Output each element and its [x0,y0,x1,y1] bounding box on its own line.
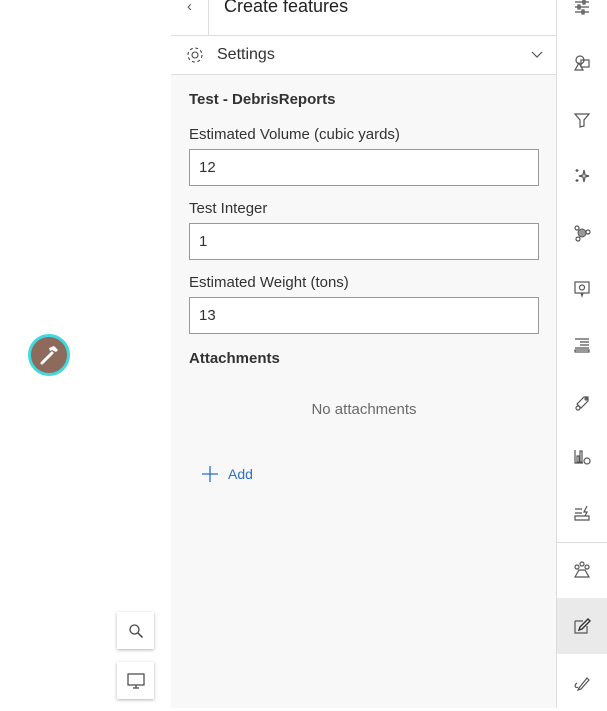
list-icon [573,336,591,354]
elevation-icon [573,561,591,579]
back-button[interactable]: ‹ [171,0,209,36]
attachments-title: Attachments [189,350,280,367]
toolbar-button-list[interactable] [557,317,607,373]
toolbar-button-edit[interactable] [557,598,607,654]
estimated-volume-input[interactable]: 12 [189,149,539,186]
no-attachments-text: No attachments [311,401,417,418]
action-bar [556,0,607,708]
layer-title: Test - DebrisReports [189,91,336,108]
create-features-panel: ‹ Create features Settings Test - Debris… [171,0,557,708]
cluster-icon [573,224,591,242]
field-estimated-weight: Estimated Weight (tons) 13 [189,274,539,334]
basemap-display-button[interactable] [117,662,154,699]
sliders-icon [573,0,591,16]
field-label: Estimated Weight (tons) [189,274,349,291]
monitor-icon [126,672,145,689]
field-label: Test Integer [189,200,268,217]
shapes-icon [573,54,591,72]
toolbar-button-shapes[interactable] [557,35,607,91]
toolbar-button-chart-settings[interactable] [557,429,607,485]
toolbar-button-elevation[interactable] [557,542,607,598]
hammer-icon[interactable] [28,334,70,376]
sketch-icon [573,674,591,692]
add-attachment-button[interactable]: Add [201,465,557,483]
map-view[interactable] [0,0,171,708]
field-estimated-volume: Estimated Volume (cubic yards) 12 [189,126,539,186]
gear-icon [185,45,205,65]
panel-header: ‹ Create features [171,0,557,36]
add-label: Add [228,466,253,482]
field-test-integer: Test Integer 1 [189,200,539,260]
chevron-down-icon [531,51,543,59]
popup-settings-icon [573,280,591,298]
filter-icon [573,111,591,129]
search-button[interactable] [117,612,154,649]
toolbar-button-cluster[interactable] [557,205,607,261]
form-lightning-icon [573,504,591,522]
chart-settings-icon [573,448,591,466]
settings-label: Settings [217,46,275,63]
panel-title: Create features [224,0,349,16]
toolbar-button-form-lightning[interactable] [557,485,607,541]
estimated-weight-input[interactable]: 13 [189,297,539,334]
field-label: Estimated Volume (cubic yards) [189,126,400,143]
settings-toggle[interactable]: Settings [171,36,557,75]
plus-icon [201,465,219,483]
toolbar-button-sketch[interactable] [557,655,607,711]
toolbar-button-filter[interactable] [557,92,607,148]
test-integer-input[interactable]: 1 [189,223,539,260]
toolbar-button-label[interactable] [557,374,607,430]
edit-icon [573,617,591,635]
label-icon [573,393,591,411]
toolbar-button-popup-settings[interactable] [557,261,607,317]
chevron-left-icon: ‹ [187,0,192,15]
toolbar-button-sparkle[interactable] [557,148,607,204]
search-icon [128,623,144,639]
sparkle-icon [573,167,591,185]
toolbar-button-sliders[interactable] [557,0,607,35]
